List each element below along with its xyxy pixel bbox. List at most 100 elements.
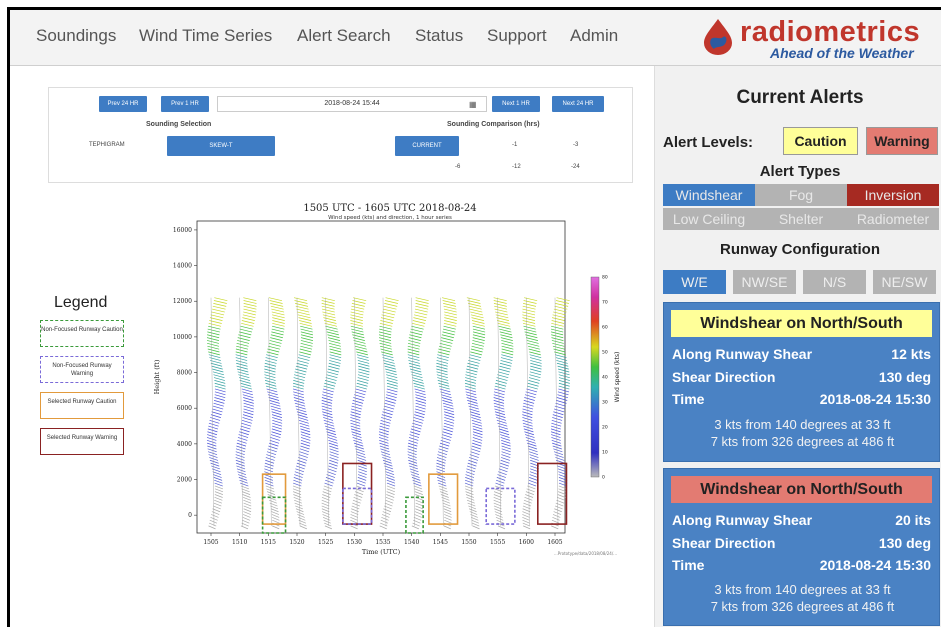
along-shear-value: 12 kts — [891, 346, 931, 362]
colorbar-tick-label: 20 — [602, 425, 608, 431]
colorbar-tick-label: 80 — [602, 275, 608, 281]
colorbar-tick-label: 40 — [602, 375, 608, 381]
calendar-icon[interactable]: ▦ — [469, 100, 477, 109]
alert-card-heading: Windshear on North/South — [671, 310, 932, 337]
legend-title: Legend — [54, 294, 108, 311]
globe-drop-icon — [704, 19, 732, 55]
alerts-panel: Current Alerts Alert Levels: Caution War… — [654, 66, 941, 627]
y-axis-label: Height (ft) — [153, 359, 161, 394]
colorbar-label: Wind speed (kts) — [614, 352, 621, 403]
x-tick-label: 1550 — [461, 539, 476, 546]
compare-3[interactable]: -3 — [573, 142, 578, 148]
colorbar-tick-label: 0 — [602, 475, 605, 481]
top-nav: Soundings Wind Time Series Alert Search … — [10, 10, 941, 66]
alert-detail-1: 3 kts from 140 degrees at 33 ft — [714, 417, 891, 432]
next-1hr-button[interactable]: Next 1 HR — [492, 96, 540, 112]
legend-selected-warning: Selected Runway Warning — [40, 428, 124, 455]
wind-time-series-chart: 1505 UTC - 1605 UTC 2018-08-24Wind speed… — [145, 195, 635, 557]
app-frame: Soundings Wind Time Series Alert Search … — [7, 7, 941, 627]
alert-detail-2: 7 kts from 326 degrees at 486 ft — [710, 599, 895, 614]
alert-card-heading: Windshear on North/South — [671, 476, 932, 503]
current-alerts-title: Current Alerts — [736, 87, 864, 108]
colorbar-tick-label: 10 — [602, 450, 608, 456]
x-tick-label: 1540 — [404, 539, 419, 546]
type-windshear-button[interactable]: Windshear — [663, 184, 755, 206]
nav-wind-time-series[interactable]: Wind Time Series — [139, 26, 272, 46]
x-tick-label: 1545 — [433, 539, 448, 546]
colorbar-tick-label: 30 — [602, 400, 608, 406]
y-tick-label: 14000 — [173, 263, 192, 270]
runway-nesw-button[interactable]: NE/SW — [873, 270, 936, 294]
x-tick-label: 1510 — [232, 539, 247, 546]
alert-detail-2: 7 kts from 326 degrees at 486 ft — [710, 434, 895, 449]
warning-level-button[interactable]: Warning — [866, 127, 938, 155]
chart-title: 1505 UTC - 1605 UTC 2018-08-24 — [303, 203, 476, 214]
runway-ns-button[interactable]: N/S — [803, 270, 866, 294]
type-low-ceiling-button[interactable]: Low Ceiling — [663, 208, 755, 230]
shear-direction-label: Shear Direction — [672, 369, 776, 385]
colorbar-tick-label: 50 — [602, 350, 608, 356]
y-tick-label: 12000 — [173, 298, 192, 305]
time-value: 2018-08-24 15:30 — [819, 391, 931, 407]
tephigram-option[interactable]: TEPHIGRAM — [89, 142, 125, 148]
sounding-comparison-label: Sounding Comparison (hrs) — [447, 121, 540, 128]
chart-footnote: ...Prototype/data/2018/08/24/... — [554, 551, 617, 556]
nav-support[interactable]: Support — [487, 26, 547, 46]
nav-soundings[interactable]: Soundings — [36, 26, 116, 46]
skewt-button[interactable]: SKEW-T — [167, 136, 275, 156]
compare-6[interactable]: -6 — [455, 164, 460, 170]
legend-nonfocused-warning: Non-Focused Runway Warning — [40, 356, 124, 383]
y-tick-label: 2000 — [177, 477, 192, 484]
nav-status[interactable]: Status — [415, 26, 463, 46]
y-tick-label: 10000 — [173, 334, 192, 341]
x-tick-label: 1525 — [318, 539, 333, 546]
shear-direction-label: Shear Direction — [672, 535, 776, 551]
x-axis-label: Time (UTC) — [362, 548, 401, 556]
runway-nwse-button[interactable]: NW/SE — [733, 270, 796, 294]
y-tick-label: 16000 — [173, 227, 192, 234]
y-tick-label: 4000 — [177, 441, 192, 448]
next-24hr-button[interactable]: Next 24 HR — [552, 96, 604, 112]
colorbar — [590, 276, 600, 478]
alert-card-caution[interactable]: Windshear on North/South Along Runway Sh… — [663, 302, 940, 462]
alert-detail-1: 3 kts from 140 degrees at 33 ft — [714, 582, 891, 597]
alert-types-label: Alert Types — [759, 163, 841, 180]
x-tick-label: 1600 — [519, 539, 534, 546]
chart-subtitle: Wind speed (kts) and direction, 1 hour s… — [328, 215, 452, 221]
sounding-controls: Prev 24 HR Prev 1 HR 2018-08-24 15:44 ▦ … — [48, 87, 633, 183]
along-shear-value: 20 its — [895, 512, 931, 528]
x-tick-label: 1555 — [490, 539, 505, 546]
along-shear-label: Along Runway Shear — [672, 512, 813, 528]
x-tick-label: 1515 — [261, 539, 276, 546]
legend-nonfocused-caution: Non-Focused Runway Caution — [40, 320, 124, 347]
radiometrics-logo[interactable]: radiometrics Ahead of the Weather — [698, 16, 938, 61]
shear-direction-value: 130 deg — [878, 535, 931, 551]
y-tick-label: 0 — [188, 512, 192, 519]
compare-24[interactable]: -24 — [571, 164, 580, 170]
alert-card-warning[interactable]: Windshear on North/South Along Runway Sh… — [663, 468, 940, 626]
current-button[interactable]: CURRENT — [395, 136, 459, 156]
nav-admin[interactable]: Admin — [570, 26, 618, 46]
datetime-field[interactable]: 2018-08-24 15:44 — [217, 96, 487, 112]
runway-we-button[interactable]: W/E — [663, 270, 726, 294]
type-shelter-button[interactable]: Shelter — [755, 208, 847, 230]
x-tick-label: 1520 — [289, 539, 304, 546]
caution-level-button[interactable]: Caution — [783, 127, 858, 155]
compare-12[interactable]: -12 — [512, 164, 521, 170]
type-inversion-button[interactable]: Inversion — [847, 184, 939, 206]
y-tick-label: 6000 — [177, 405, 192, 412]
type-fog-button[interactable]: Fog — [755, 184, 847, 206]
type-radiometer-button[interactable]: Radiometer — [847, 208, 939, 230]
along-shear-label: Along Runway Shear — [672, 346, 813, 362]
y-tick-label: 8000 — [177, 370, 192, 377]
time-label: Time — [672, 557, 705, 573]
prev-24hr-button[interactable]: Prev 24 HR — [99, 96, 147, 112]
legend-selected-caution: Selected Runway Caution — [40, 392, 124, 419]
nav-alert-search[interactable]: Alert Search — [297, 26, 391, 46]
x-tick-label: 1530 — [347, 539, 362, 546]
sounding-selection-label: Sounding Selection — [146, 121, 212, 128]
compare-1[interactable]: -1 — [512, 142, 517, 148]
colorbar-tick-label: 70 — [602, 300, 608, 306]
prev-1hr-button[interactable]: Prev 1 HR — [161, 96, 209, 112]
x-tick-label: 1605 — [547, 539, 562, 546]
